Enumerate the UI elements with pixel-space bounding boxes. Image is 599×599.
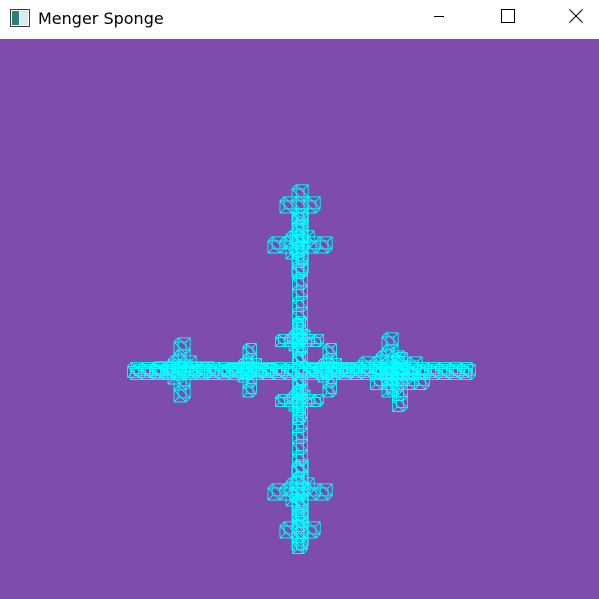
window-app-icon[interactable] (10, 9, 30, 27)
wireframe-cube (414, 374, 430, 390)
wireframe-cube (311, 393, 325, 407)
wireframe-cube (311, 333, 325, 347)
title-bar[interactable]: Menger Sponge (0, 0, 599, 39)
wireframe-group (127, 184, 476, 554)
wireframe-cube (173, 385, 191, 403)
wireframe-cube (315, 483, 333, 501)
minimize-button[interactable] (416, 0, 462, 36)
wireframe-cube (315, 236, 333, 254)
render-canvas[interactable] (0, 39, 599, 599)
maximize-icon (501, 8, 515, 28)
close-icon (569, 8, 583, 28)
minimize-icon (433, 9, 445, 27)
menger-sponge-wireframe (127, 184, 476, 554)
maximize-button[interactable] (485, 0, 531, 36)
close-button[interactable] (553, 0, 599, 36)
app-window: Menger Sponge (0, 0, 599, 599)
wireframe-cube (322, 383, 337, 398)
wireframe-cube (242, 383, 257, 398)
window-title: Menger Sponge (38, 9, 164, 28)
wireframe-cube (392, 396, 408, 412)
